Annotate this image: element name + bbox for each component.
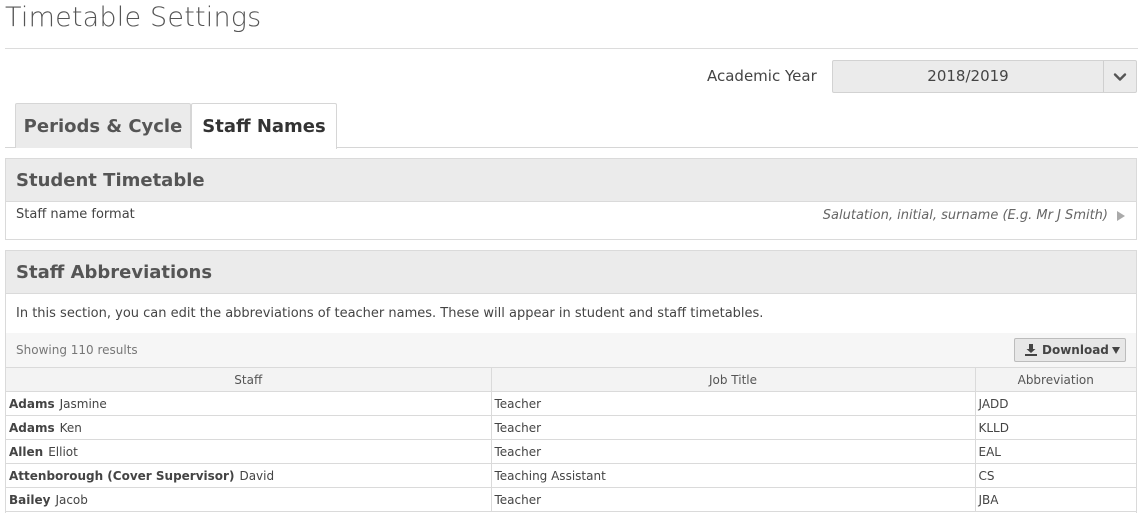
title-divider — [5, 48, 1138, 49]
job-title-cell: Teacher — [491, 439, 976, 464]
abbreviation-cell[interactable]: JADD — [975, 391, 1136, 416]
results-count: Showing 110 results — [16, 343, 138, 357]
abbreviation-cell[interactable]: JBA — [975, 487, 1136, 512]
staff-forename: Jacob — [55, 492, 88, 507]
staff-name-format-value[interactable]: Salutation, initial, surname (E.g. Mr J … — [823, 208, 1108, 223]
chevron-down-icon[interactable] — [1112, 69, 1128, 85]
job-title-cell: Teacher — [491, 391, 976, 416]
table-header-row: Staff Job Title Abbreviation — [6, 367, 1136, 392]
academic-year-label: Academic Year — [707, 67, 817, 85]
table-row[interactable]: Adams Jasmine Teacher JADD — [6, 391, 1136, 416]
staff-abbreviations-panel: Staff Abbreviations In this section, you… — [5, 250, 1137, 513]
staff-cell: Adams Ken — [6, 415, 492, 440]
job-title-cell: Teacher — [491, 487, 976, 512]
academic-year-value: 2018/2019 — [927, 67, 1009, 85]
download-label: Download — [1042, 343, 1109, 357]
staff-abbreviations-intro: In this section, you can edit the abbrev… — [16, 306, 764, 321]
tab-periods-cycle[interactable]: Periods & Cycle — [15, 103, 191, 148]
staff-name-format-label: Staff name format — [16, 207, 135, 222]
caret-right-icon[interactable] — [1117, 211, 1125, 221]
academic-year-select[interactable]: 2018/2019 — [832, 60, 1137, 93]
abbreviation-cell[interactable]: KLLD — [975, 415, 1136, 440]
table-row[interactable]: Attenborough (Cover Supervisor) David Tea… — [6, 463, 1136, 488]
table-row[interactable]: Allen Elliot Teacher EAL — [6, 439, 1136, 464]
column-header-job-title[interactable]: Job Title — [491, 367, 976, 392]
table-row[interactable]: Adams Ken Teacher KLLD — [6, 415, 1136, 440]
staff-cell: Allen Elliot — [6, 439, 492, 464]
staff-surname: Adams — [9, 396, 55, 411]
staff-forename: Ken — [59, 420, 82, 435]
staff-forename: David — [239, 468, 275, 483]
select-divider — [1103, 61, 1104, 92]
staff-surname: Bailey — [9, 492, 51, 507]
staff-abbreviations-title: Staff Abbreviations — [6, 251, 1136, 294]
download-button[interactable]: Download — [1014, 338, 1126, 362]
student-timetable-title: Student Timetable — [6, 159, 1136, 202]
abbreviation-cell[interactable]: EAL — [975, 439, 1136, 464]
table-row[interactable]: Bailey Jacob Teacher JBA — [6, 487, 1136, 512]
staff-surname: Allen — [9, 444, 44, 459]
staff-forename: Elliot — [48, 444, 78, 459]
job-title-cell: Teaching Assistant — [491, 463, 976, 488]
staff-surname: Adams — [9, 420, 55, 435]
page-title: Timetable Settings — [5, 2, 262, 33]
staff-forename: Jasmine — [59, 396, 107, 411]
student-timetable-panel: Student Timetable Staff name format Salu… — [5, 158, 1137, 240]
tab-staff-names[interactable]: Staff Names — [191, 103, 337, 149]
results-bar: Showing 110 results Download — [6, 333, 1136, 368]
job-title-cell: Teacher — [491, 415, 976, 440]
staff-cell: Bailey Jacob — [6, 487, 492, 512]
staff-cell: Attenborough (Cover Supervisor) David — [6, 463, 492, 488]
staff-cell: Adams Jasmine — [6, 391, 492, 416]
staff-surname: Attenborough (Cover Supervisor) — [9, 468, 235, 483]
column-header-staff[interactable]: Staff — [6, 367, 492, 392]
download-icon — [1025, 344, 1037, 356]
abbreviation-cell[interactable]: CS — [975, 463, 1136, 488]
staff-table: Staff Job Title Abbreviation Adams Jasmin… — [6, 367, 1136, 512]
caret-down-icon — [1112, 347, 1120, 354]
column-header-abbreviation[interactable]: Abbreviation — [975, 367, 1136, 392]
